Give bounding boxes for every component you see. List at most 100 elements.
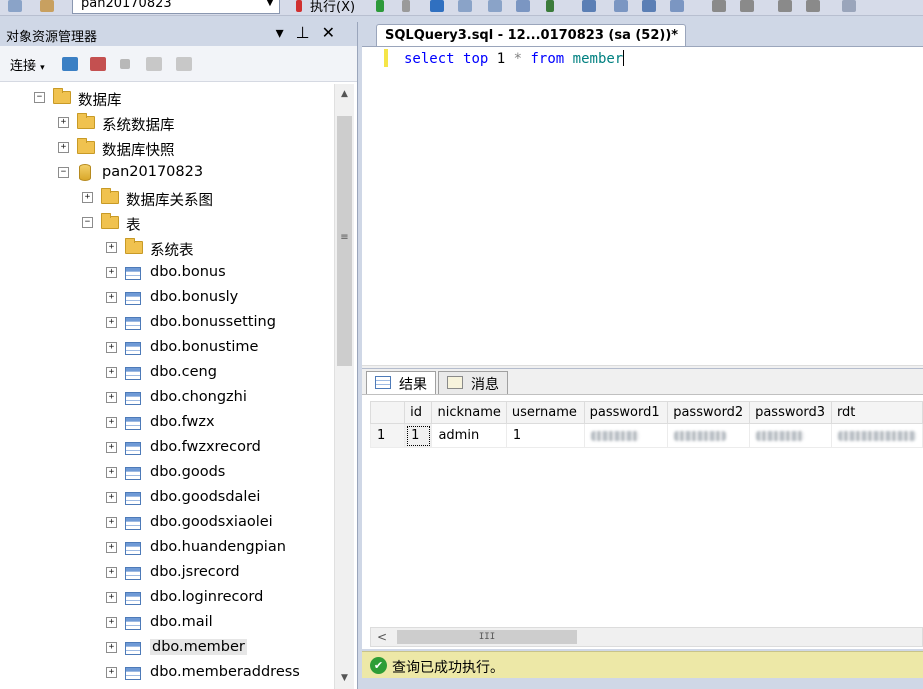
expand-icon[interactable]: + <box>106 667 117 678</box>
sql-text[interactable]: select top 1 * from member <box>404 50 625 67</box>
execute-button[interactable]: 执行(X) <box>310 0 355 15</box>
results-to-grid-icon[interactable] <box>642 0 656 12</box>
expand-icon[interactable]: + <box>106 417 117 428</box>
tree-item[interactable]: + dbo.bonussetting <box>0 311 330 336</box>
tree-item[interactable]: + dbo.fwzxrecord <box>0 436 330 461</box>
collapse-icon[interactable]: − <box>82 217 93 228</box>
column-header[interactable]: password2 <box>667 401 751 424</box>
expand-icon[interactable]: + <box>58 142 69 153</box>
tree-item[interactable]: + dbo.member <box>0 636 330 661</box>
scroll-up-icon[interactable]: ▲ <box>336 86 353 103</box>
stop-icon[interactable] <box>120 59 130 69</box>
tree-item[interactable]: + 数据库关系图 <box>0 186 330 211</box>
grid-horizontal-scrollbar[interactable]: < III <box>370 627 923 647</box>
chevron-down-icon[interactable]: ▼ <box>263 0 277 11</box>
grid-corner[interactable] <box>369 401 406 424</box>
column-header[interactable]: id <box>404 401 433 424</box>
expand-icon[interactable]: + <box>106 267 117 278</box>
cell-password2[interactable] <box>667 423 751 448</box>
expand-icon[interactable]: + <box>106 517 117 528</box>
scroll-left-icon[interactable]: < <box>377 630 387 644</box>
tree-item[interactable]: + dbo.loginrecord <box>0 586 330 611</box>
comment-icon[interactable] <box>712 0 726 12</box>
cell-nickname[interactable]: admin <box>431 423 507 448</box>
client-stats-icon[interactable] <box>582 0 596 12</box>
expand-icon[interactable]: + <box>106 617 117 628</box>
tree-item[interactable]: + dbo.goods <box>0 461 330 486</box>
tree-item[interactable]: + dbo.jsrecord <box>0 561 330 586</box>
column-header[interactable]: rdt <box>830 401 923 424</box>
cell-password1[interactable] <box>583 423 669 448</box>
tree-item[interactable]: − pan20170823 <box>0 161 330 186</box>
panel-menu-icon[interactable]: ▾ <box>276 23 296 42</box>
specify-values-icon[interactable] <box>842 0 856 12</box>
expand-icon[interactable]: + <box>82 192 93 203</box>
tab-results[interactable]: 结果 <box>366 371 436 395</box>
collapse-icon[interactable]: − <box>34 92 45 103</box>
cell-password3[interactable] <box>749 423 832 448</box>
expand-icon[interactable]: + <box>106 442 117 453</box>
tree-item[interactable]: + 系统表 <box>0 236 330 261</box>
column-header[interactable]: password1 <box>583 401 669 424</box>
expand-icon[interactable]: + <box>106 317 117 328</box>
database-selector[interactable]: pan20170823 ▼ <box>72 0 280 14</box>
execute-icon[interactable] <box>296 0 302 12</box>
include-plan-icon[interactable] <box>546 0 554 12</box>
query-options-icon[interactable] <box>488 0 502 12</box>
uncomment-icon[interactable] <box>740 0 754 12</box>
pin-icon[interactable]: ⊥ <box>296 23 322 42</box>
parse-icon[interactable] <box>430 0 444 12</box>
tree-item[interactable]: − 表 <box>0 211 330 236</box>
cell-rdt[interactable] <box>830 423 923 448</box>
column-header[interactable]: password3 <box>749 401 832 424</box>
new-query-icon[interactable] <box>8 0 22 12</box>
column-header[interactable]: username <box>505 401 585 424</box>
decrease-indent-icon[interactable] <box>778 0 792 12</box>
expand-icon[interactable]: + <box>106 542 117 553</box>
tree-item[interactable]: + dbo.mail <box>0 611 330 636</box>
expand-icon[interactable]: + <box>106 567 117 578</box>
tree-item[interactable]: + dbo.huandengpian <box>0 536 330 561</box>
tree-item[interactable]: + dbo.ceng <box>0 361 330 386</box>
estimated-plan-icon[interactable] <box>458 0 472 12</box>
expand-icon[interactable]: + <box>106 342 117 353</box>
connect-button[interactable]: 连接 ▾ <box>10 55 45 74</box>
expand-icon[interactable]: + <box>106 242 117 253</box>
intellisense-icon[interactable] <box>516 0 530 12</box>
expand-icon[interactable]: + <box>106 367 117 378</box>
expand-icon[interactable]: + <box>106 642 117 653</box>
tab-sqlquery3[interactable]: SQLQuery3.sql - 12...0170823 (sa (52))* <box>376 24 686 47</box>
sql-editor[interactable]: select top 1 * from member < III <box>362 46 923 383</box>
object-explorer-scrollbar[interactable]: ▲ ≡ ▼ <box>334 84 354 689</box>
expand-icon[interactable]: + <box>106 292 117 303</box>
tree-item[interactable]: + dbo.bonusly <box>0 286 330 311</box>
scrollbar-thumb[interactable]: III <box>397 630 577 644</box>
tree-item[interactable]: + 数据库快照 <box>0 136 330 161</box>
results-to-file-icon[interactable] <box>670 0 684 12</box>
debug-icon[interactable] <box>376 0 384 12</box>
filter-icon[interactable] <box>146 57 162 71</box>
scrollbar-thumb[interactable]: ≡ <box>337 116 352 366</box>
tree-item[interactable]: − 数据库 <box>0 86 330 111</box>
scroll-down-icon[interactable]: ▼ <box>336 670 353 687</box>
expand-icon[interactable]: + <box>106 392 117 403</box>
cell-id[interactable]: 1 <box>404 423 433 448</box>
tree-item[interactable]: + dbo.bonus <box>0 261 330 286</box>
refresh-icon[interactable] <box>176 57 192 71</box>
tree-item[interactable]: + 系统数据库 <box>0 111 330 136</box>
expand-icon[interactable]: + <box>106 492 117 503</box>
disconnect-icon[interactable] <box>90 57 106 71</box>
tab-messages[interactable]: 消息 <box>438 371 508 395</box>
tree-item[interactable]: + dbo.goodsxiaolei <box>0 511 330 536</box>
tree-item[interactable]: + dbo.fwzx <box>0 411 330 436</box>
tree-item[interactable]: + dbo.chongzhi <box>0 386 330 411</box>
results-to-text-icon[interactable] <box>614 0 628 12</box>
tree-item[interactable]: + dbo.goodsdalei <box>0 486 330 511</box>
tree-item[interactable]: + dbo.bonustime <box>0 336 330 361</box>
cell-username[interactable]: 1 <box>505 423 585 448</box>
increase-indent-icon[interactable] <box>806 0 820 12</box>
expand-icon[interactable]: + <box>58 117 69 128</box>
expand-icon[interactable]: + <box>106 592 117 603</box>
tree-item[interactable]: + dbo.memberaddress <box>0 661 330 686</box>
close-icon[interactable]: ✕ <box>322 23 347 42</box>
